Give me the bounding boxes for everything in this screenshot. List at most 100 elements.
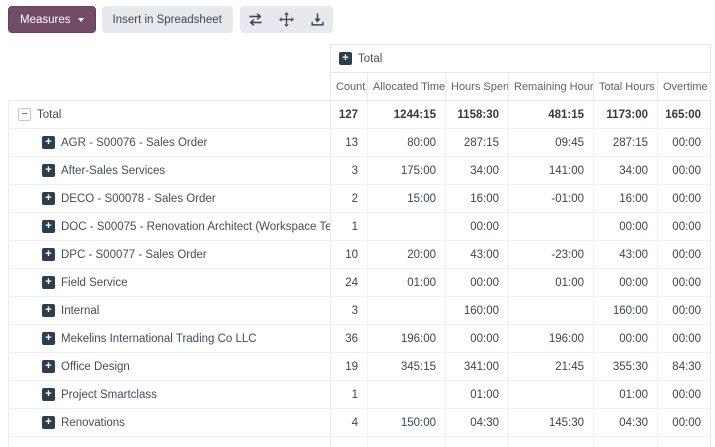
- pivot-cell: 00:00: [658, 213, 711, 241]
- pivot-cell: 00:00: [658, 325, 711, 353]
- pivot-cell: 80:00: [368, 129, 446, 157]
- row-label-text: DECO - S00078 - Sales Order: [61, 193, 216, 205]
- pivot-cell: 00:00: [658, 297, 711, 325]
- flip-axis-button[interactable]: [240, 6, 271, 33]
- pivot-row-partial: [9, 437, 711, 447]
- minus-square-icon: −: [18, 108, 31, 121]
- pivot-cell: [446, 437, 509, 447]
- pivot-cell: 1158:30: [446, 101, 509, 129]
- pivot-view-buttons: [240, 6, 333, 33]
- pivot-row: +DPC - S00077 - Sales Order1020:0043:00-…: [9, 241, 711, 269]
- measure-header-remaining-hours[interactable]: Remaining Hours: [509, 73, 594, 101]
- pivot-row: +Project Smartclass101:0001:0000:00: [9, 381, 711, 409]
- plus-square-icon: +: [42, 332, 55, 345]
- pivot-cell: 00:00: [594, 269, 658, 297]
- pivot-cell: 355:30: [594, 353, 658, 381]
- column-group-row: + Total: [9, 45, 711, 73]
- pivot-row: + DOC - S00075 - Renovation Architect (Wo…: [9, 213, 711, 241]
- measures-label: Measures: [20, 14, 71, 26]
- row-header[interactable]: +Office Design: [9, 353, 331, 381]
- column-group-label: Total: [358, 53, 382, 65]
- row-header[interactable]: +Renovations: [9, 409, 331, 437]
- pivot-cell: 43:00: [446, 241, 509, 269]
- pivot-cell: 00:00: [658, 269, 711, 297]
- pivot-cell: 345:15: [368, 353, 446, 381]
- row-label-text: Mekelins International Trading Co LLC: [61, 333, 257, 345]
- pivot-cell: 16:00: [446, 185, 509, 213]
- row-label-text: Office Design: [61, 361, 130, 373]
- row-label-text: Internal: [61, 305, 99, 317]
- expand-all-icon: [279, 12, 294, 27]
- pivot-cell: [368, 297, 446, 325]
- row-label-text: Project Smartclass: [61, 389, 157, 401]
- pivot-cell: 10: [331, 241, 368, 269]
- flip-axis-icon: [248, 12, 263, 27]
- pivot-cell: [368, 213, 446, 241]
- row-header[interactable]: + Mekelins International Trading Co LLC: [9, 325, 331, 353]
- pivot-cell: 00:00: [658, 241, 711, 269]
- pivot-row: +Internal3160:00160:0000:00: [9, 297, 711, 325]
- pivot-corner-cell: [9, 45, 331, 73]
- pivot-cell: 1: [331, 213, 368, 241]
- pivot-cell: 20:00: [368, 241, 446, 269]
- column-group-header-total[interactable]: + Total: [331, 45, 711, 73]
- plus-square-icon: +: [42, 220, 55, 233]
- pivot-cell: 00:00: [658, 409, 711, 437]
- pivot-cell: 15:00: [368, 185, 446, 213]
- pivot-cell: 04:30: [446, 409, 509, 437]
- pivot-cell: 00:00: [658, 185, 711, 213]
- row-header[interactable]: +DECO - S00078 - Sales Order: [9, 185, 331, 213]
- pivot-row: +Office Design19345:15341:0021:45355:308…: [9, 353, 711, 381]
- measure-header-count[interactable]: Count: [331, 73, 368, 101]
- insert-in-spreadsheet-button[interactable]: Insert in Spreadsheet: [102, 6, 233, 33]
- measure-header-allocated-time[interactable]: Allocated Time: [368, 73, 446, 101]
- pivot-cell: 165:00: [658, 101, 711, 129]
- plus-square-icon: +: [42, 136, 55, 149]
- pivot-cell: 141:00: [509, 157, 594, 185]
- pivot-cell: 145:30: [509, 409, 594, 437]
- pivot-cell: 16:00: [594, 185, 658, 213]
- pivot-cell: 196:00: [509, 325, 594, 353]
- pivot-cell: 287:15: [594, 129, 658, 157]
- pivot-cell: 481:15: [509, 101, 594, 129]
- pivot-cell: 00:00: [594, 213, 658, 241]
- pivot-cell: [509, 381, 594, 409]
- download-button[interactable]: [302, 6, 333, 33]
- pivot-cell: -23:00: [509, 241, 594, 269]
- pivot-cell: 196:00: [368, 325, 446, 353]
- pivot-cell: 150:00: [368, 409, 446, 437]
- measure-header-row: CountAllocated TimeHours SpentRemaining …: [9, 73, 711, 101]
- pivot-cell: 2: [331, 185, 368, 213]
- pivot-cell: 01:00: [446, 381, 509, 409]
- plus-square-icon: +: [339, 52, 352, 65]
- pivot-cell: 00:00: [446, 213, 509, 241]
- measure-header-overtime[interactable]: Overtime: [658, 73, 711, 101]
- pivot-cell: 34:00: [594, 157, 658, 185]
- row-header[interactable]: +Project Smartclass: [9, 381, 331, 409]
- plus-square-icon: +: [42, 416, 55, 429]
- download-icon: [310, 12, 325, 27]
- row-header[interactable]: +Field Service: [9, 269, 331, 297]
- pivot-body: −Total1271244:151158:30481:151173:00165:…: [9, 101, 711, 447]
- row-header[interactable]: +AGR - S00076 - Sales Order: [9, 129, 331, 157]
- row-header[interactable]: +After-Sales Services: [9, 157, 331, 185]
- pivot-cell: 175:00: [368, 157, 446, 185]
- row-header[interactable]: +Internal: [9, 297, 331, 325]
- measure-header-total-hours[interactable]: Total Hours: [594, 73, 658, 101]
- pivot-cell: 00:00: [446, 269, 509, 297]
- pivot-row: +After-Sales Services3175:0034:00141:003…: [9, 157, 711, 185]
- pivot-cell: 34:00: [446, 157, 509, 185]
- pivot-cell: [509, 213, 594, 241]
- row-header[interactable]: +DPC - S00077 - Sales Order: [9, 241, 331, 269]
- row-label-text: DPC - S00077 - Sales Order: [61, 249, 207, 261]
- measures-button[interactable]: Measures: [8, 6, 96, 33]
- row-header[interactable]: −Total: [9, 101, 331, 129]
- pivot-cell: 1: [331, 381, 368, 409]
- pivot-cell: 36: [331, 325, 368, 353]
- pivot-cell: [368, 437, 446, 447]
- row-header[interactable]: + DOC - S00075 - Renovation Architect (Wo…: [9, 213, 331, 241]
- row-label-text: DOC - S00075 - Renovation Architect (Wor…: [61, 221, 330, 233]
- expand-all-button[interactable]: [271, 6, 302, 33]
- measure-header-hours-spent[interactable]: Hours Spent: [446, 73, 509, 101]
- pivot-cell: 04:30: [594, 409, 658, 437]
